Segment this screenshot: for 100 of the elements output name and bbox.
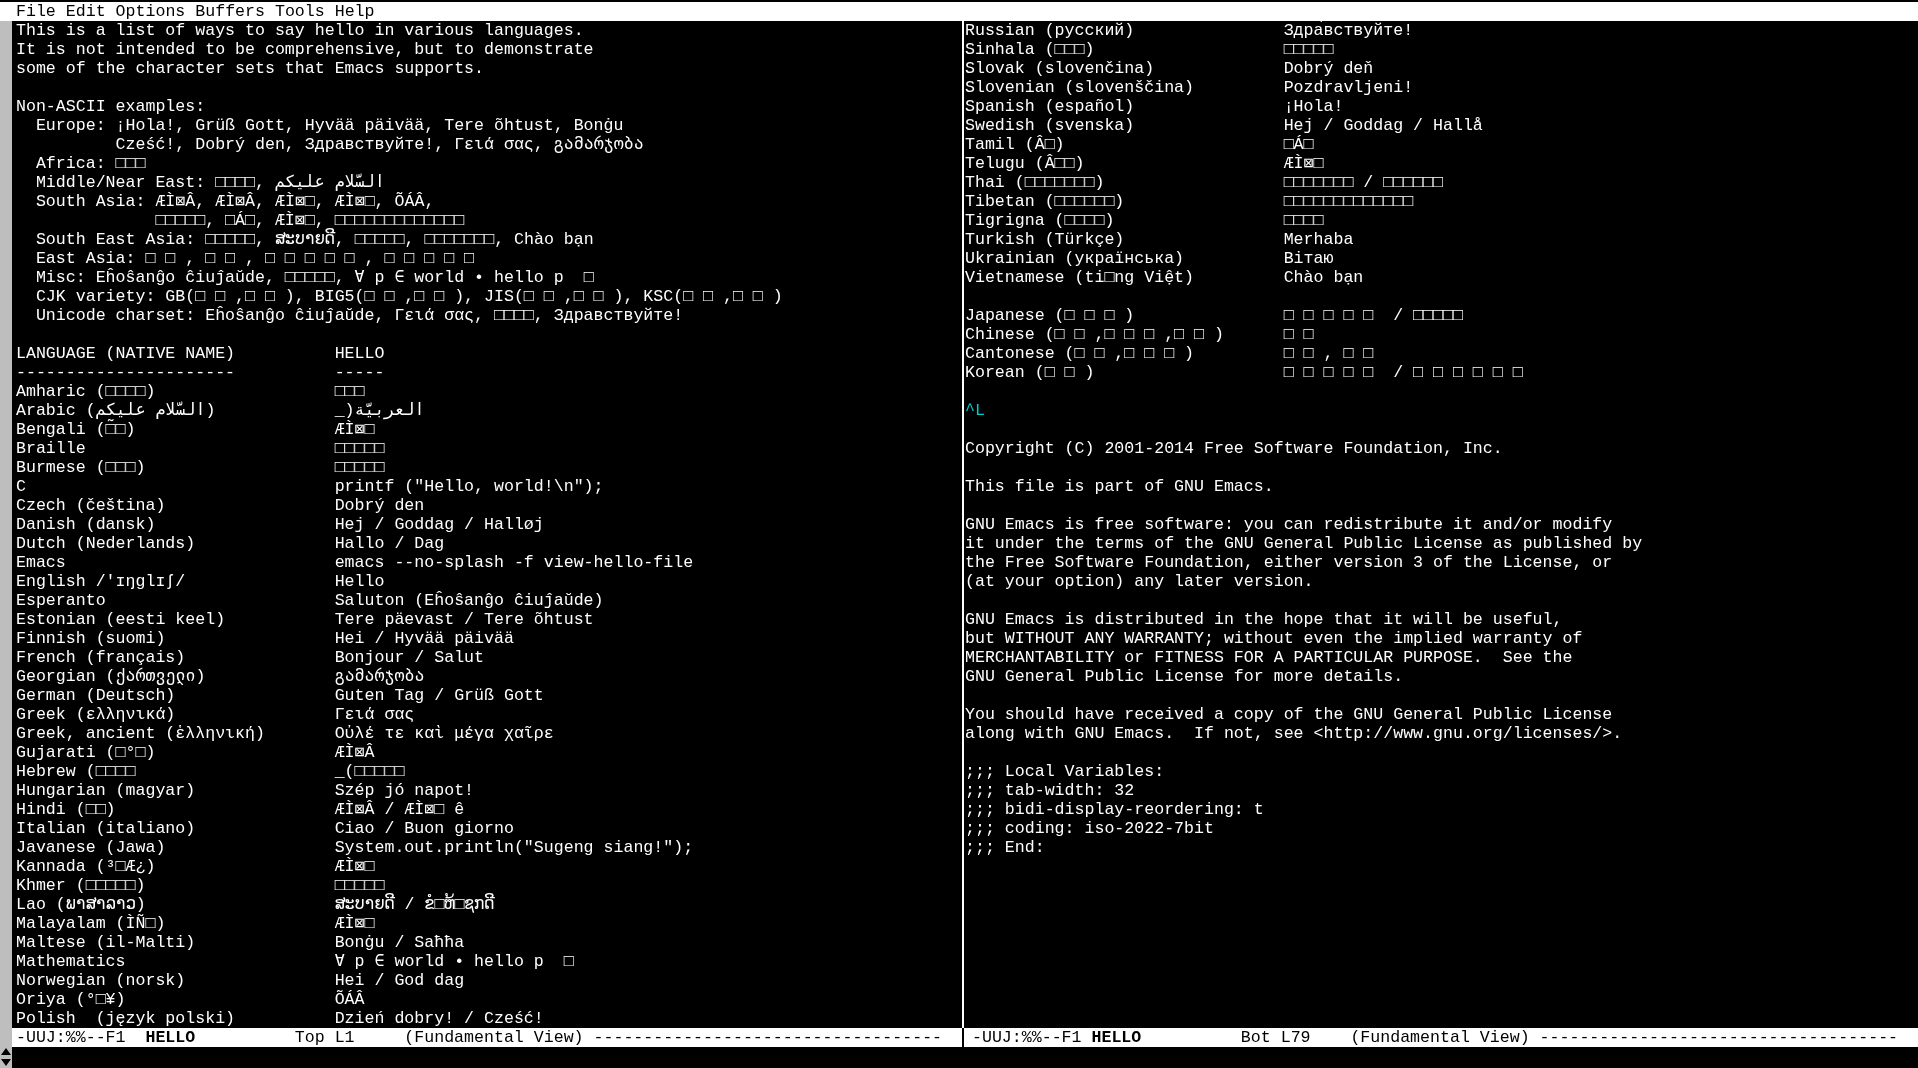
mode-line-fill: ------------------------------------: [1539, 1028, 1899, 1047]
example-label: Middle/Near East:: [35, 173, 206, 192]
hello-text: Dobrý deň: [1283, 59, 1374, 78]
text-line: it under the terms of the GNU General Public License as published by: [965, 534, 1643, 553]
language-name: Braille: [16, 439, 86, 458]
text-line: ;;; tab-width: 32: [965, 781, 1135, 800]
hello-text: ÆÌ⊠□: [334, 914, 375, 933]
hello-text: Chào bạn: [1283, 268, 1364, 287]
mode-line-fill: -----------------------------------: [593, 1028, 943, 1047]
language-name: Ukrainian (українська): [965, 249, 1185, 268]
hello-text: Вітаю: [1283, 249, 1334, 268]
language-name: Tamil (Â□): [965, 135, 1065, 154]
language-name: Czech (čeština): [16, 496, 166, 515]
hello-text: Hello: [334, 572, 385, 591]
text-line: Copyright (C) 2001-2014 Free Software Foundation, Inc.: [965, 439, 1503, 458]
hello-text: გამარჯობა: [334, 667, 425, 686]
scroll-arrows-icon[interactable]: [0, 1046, 12, 1068]
menu-item[interactable]: Tools: [274, 2, 325, 21]
mode-status: -UUJ:%%--F1: [972, 1028, 1083, 1047]
hello-text: Hallo / Dag: [334, 534, 445, 553]
language-name: Burmese (□□□): [16, 458, 146, 477]
language-name: Khmer (□□□□□): [16, 876, 146, 895]
hello-text: Saluton (Eĥoŝanĝo ĉiuĵaŭde): [334, 591, 604, 610]
example-text: □ □ , □ □ , □ □ □ □ □ , □ □ □ □ □: [145, 249, 475, 268]
menu-item[interactable]: File: [16, 2, 56, 21]
major-mode: (Fundamental View): [404, 1028, 584, 1047]
text-line: some of the character sets that Emacs supports.: [16, 59, 485, 78]
column-header: LANGUAGE (NATIVE NAME): [16, 344, 236, 363]
menu-item[interactable]: Options: [115, 2, 186, 21]
hello-text: □Á□: [1283, 135, 1314, 154]
language-name: Japanese (□ □ □ ): [965, 306, 1135, 325]
hello-text: Guten Tag / Grüß Gott: [334, 686, 544, 705]
hello-text: Hei / Hyvää päivää: [334, 629, 514, 648]
language-name: Arabic (السّلام عليكم): [16, 401, 216, 420]
language-name: Hungarian (magyar): [16, 781, 196, 800]
hello-text: Здра́вствуйте!: [1283, 21, 1414, 40]
example-label: South East Asia:: [35, 230, 196, 249]
menu-item[interactable]: Buffers: [195, 2, 265, 21]
language-name: Finnish (suomi): [16, 629, 166, 648]
language-name: Georgian (ქართველი): [16, 667, 206, 686]
language-name: German (Deutsch): [16, 686, 176, 705]
example-text: GB(□ □ ,□ □ ), BIG5(□ □ ,□ □ ), JIS(□ □ ,□ □ ), KSC(□ □ ,□ □ ): [165, 287, 783, 306]
text-line: (at your option) any later version.: [965, 572, 1314, 591]
text-line: ;;; Local Variables:: [965, 762, 1165, 781]
scroll-bar[interactable]: [0, 21, 12, 1046]
language-name: Cantonese (□ □ ,□ □ □ ): [965, 344, 1195, 363]
example-label: CJK variety:: [35, 287, 156, 306]
text-line: GNU General Public License for more details.: [965, 667, 1404, 686]
major-mode: (Fundamental View): [1350, 1028, 1530, 1047]
language-name: Danish (dansk): [16, 515, 156, 534]
mode-status: -UUJ:%%--F1: [16, 1028, 127, 1047]
language-name: Lao (ພາສາລາວ): [16, 895, 146, 914]
language-name: Oriya (°□¥): [16, 990, 126, 1009]
language-name: Estonian (eesti keel): [16, 610, 226, 629]
hello-text: □□□□□□□□□□□□□: [1283, 192, 1414, 211]
language-name: Thai (□□□□□□□): [965, 173, 1105, 192]
language-name: Telugu (Â□□): [965, 154, 1085, 173]
buffer-name: HELLO: [145, 1028, 197, 1047]
hello-text: □□□□□: [1283, 40, 1334, 59]
hello-text: Hei / God dag: [334, 971, 465, 990]
example-text: ÆÌ⊠Â, ÆÌ⊠Â, ÆÌ⊠□, ÆÌ⊠□, ÕÁÂ,: [155, 192, 436, 211]
hello-text: ÆÌ⊠□: [1283, 154, 1324, 173]
column-header: HELLO: [334, 344, 385, 363]
language-name: Tibetan (□□□□□□): [965, 192, 1125, 211]
language-name: Chinese (□ □ ,□ □ □ ,□ □ ): [965, 325, 1224, 344]
language-name: English /'ɪŋglɪʃ/: [16, 572, 186, 591]
menu-item[interactable]: Help: [334, 2, 375, 21]
text-line: ;;; coding: iso-2022-7bit: [965, 819, 1214, 838]
language-name: Slovak (slovenčina): [965, 59, 1155, 78]
language-name: Turkish (Türkçe): [965, 230, 1125, 249]
header-underline: ----------------------: [16, 363, 236, 382]
menu-item[interactable]: Edit: [65, 2, 106, 21]
hello-text: Tere päevast / Tere õhtust: [334, 610, 594, 629]
example-text: □□□□□, ສະບາຍດີ, □□□□□, □□□□□□□, Chào bạn: [205, 230, 594, 249]
hello-text: ÆÌ⊠Â: [334, 743, 375, 762]
language-name: Gujarati (□°□): [16, 743, 156, 762]
text-line: It is not intended to be comprehensive, but to demonstrate: [16, 40, 594, 59]
hello-text: ÕÁÂ: [334, 990, 365, 1009]
hello-text: _)العربيّة: [334, 401, 425, 420]
language-name: Greek (ελληνικά): [16, 705, 176, 724]
language-name: Hindi (□□): [16, 800, 116, 819]
hello-text: Hej / Goddag / Halløj: [334, 515, 544, 534]
language-name: Tigrigna (□□□□): [965, 211, 1115, 230]
hello-text: Pozdravljeni!: [1283, 78, 1414, 97]
language-name: Dutch (Nederlands): [16, 534, 196, 553]
hello-text: Bonġu / Saħħa: [334, 933, 465, 952]
hello-text: □□□□□: [334, 876, 385, 895]
hello-text: ÆÌ⊠□: [334, 420, 375, 439]
header-underline: -----: [334, 363, 385, 382]
line-position: Top L1: [294, 1028, 356, 1047]
text-line: the Free Software Foundation, either version 3 of the License, or: [965, 553, 1613, 572]
language-name: Italian (italiano): [16, 819, 196, 838]
text-line: along with GNU Emacs. If not, see <http://www.gnu.org/licenses/>.: [965, 724, 1623, 743]
language-name: Bengali (□̃□): [16, 420, 136, 439]
language-name: Korean (□ □ ): [965, 363, 1095, 382]
example-label: Africa:: [35, 154, 106, 173]
language-name: C: [16, 477, 26, 496]
example-label: Misc:: [35, 268, 86, 287]
language-name: Esperanto: [16, 591, 106, 610]
example-text: Cześć!, Dobrý den, Здравствуйте!, Γειά σας, გამარჯობა: [115, 135, 644, 154]
